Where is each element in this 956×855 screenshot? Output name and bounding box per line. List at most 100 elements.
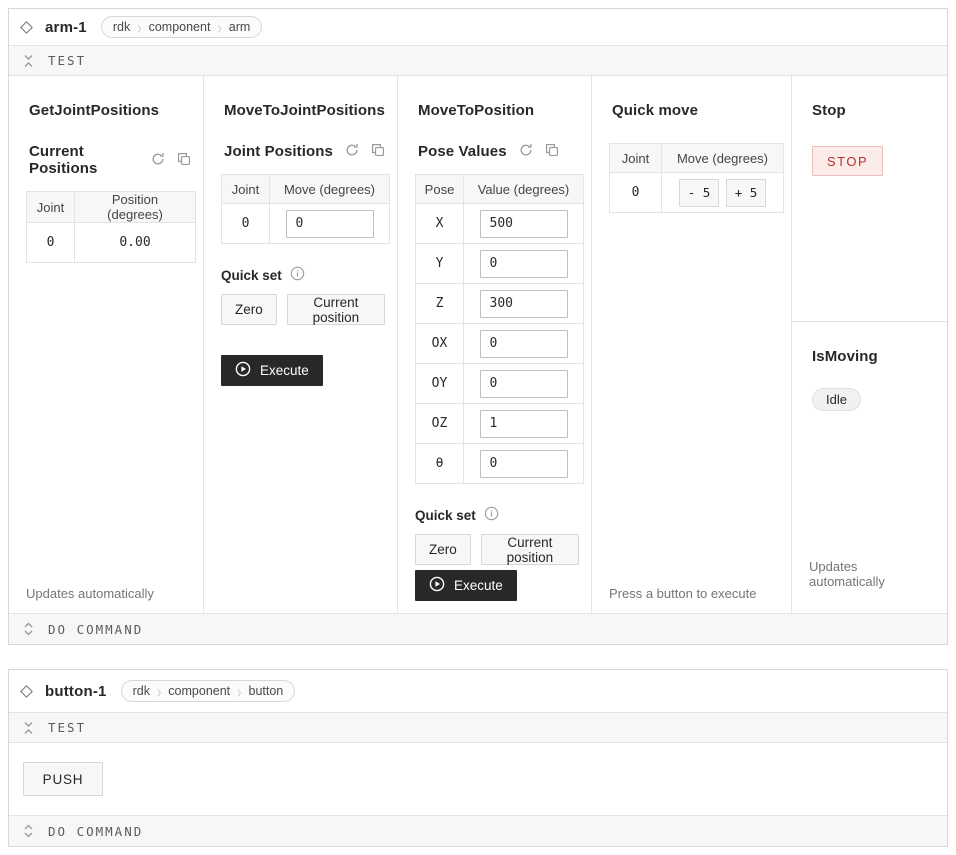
quick-set-label: Quick set [415, 508, 476, 523]
breadcrumb-segment: component [138, 17, 222, 37]
do-command-section-label: DO COMMAND [48, 622, 143, 637]
pose-value-cell [464, 244, 584, 284]
column-header: Joint [610, 144, 662, 173]
arm-card-title: arm-1 [45, 19, 87, 36]
pose-label-cell: X [416, 204, 464, 244]
arm-card-header: arm-1 rdk › component › arm [9, 9, 947, 45]
copy-button[interactable] [545, 143, 559, 160]
refresh-button[interactable] [151, 152, 165, 169]
pose-label-cell: Y [416, 244, 464, 284]
quick-move-column: Quick move Joint Move (degrees) 0 - 5 + … [592, 76, 792, 613]
pose-value-cell [464, 204, 584, 244]
info-icon[interactable] [484, 506, 499, 524]
do-command-section-label: DO COMMAND [48, 824, 143, 839]
is-moving-section: IsMoving Idle Updates automatically [792, 322, 947, 613]
collapse-icon [23, 54, 34, 68]
table-row: θ [416, 444, 584, 484]
button-card-header: button-1 rdk › component › button [9, 670, 947, 712]
table-row: Z [416, 284, 584, 324]
play-icon [429, 576, 445, 595]
move-to-joint-positions-column: MoveToJointPositions Joint Positions Joi… [204, 76, 398, 613]
breadcrumb-segment: component [157, 681, 241, 701]
pose-z-input[interactable] [480, 290, 568, 318]
column-footer-note: Updates automatically [21, 586, 191, 601]
test-section-label: TEST [48, 53, 86, 68]
chevron-right-icon: › [137, 17, 141, 38]
column-title: GetJointPositions [29, 102, 191, 119]
zero-button[interactable]: Zero [415, 534, 471, 565]
move-to-position-column: MoveToPosition Pose Values Pose Value (d… [398, 76, 592, 613]
joint-positions-table: Joint Move (degrees) 0 [221, 174, 390, 244]
pose-label-cell: Z [416, 284, 464, 324]
column-subtitle: Joint Positions [224, 143, 333, 160]
button-test-panel: PUSH [9, 743, 947, 815]
execute-label: Execute [260, 363, 309, 378]
pose-y-input[interactable] [480, 250, 568, 278]
do-command-section-toggle[interactable]: DO COMMAND [9, 613, 947, 644]
button-card-title: button-1 [45, 683, 107, 700]
copy-button[interactable] [371, 143, 385, 160]
copy-icon [545, 143, 559, 160]
arm-test-panel: GetJointPositions Current Positions Join… [9, 76, 947, 613]
table-row: 0 0.00 [27, 223, 196, 263]
stop-section: Stop STOP [792, 76, 947, 322]
pose-oy-input[interactable] [480, 370, 568, 398]
breadcrumb: rdk › component › arm [101, 16, 262, 38]
play-icon [235, 361, 251, 380]
execute-button[interactable]: Execute [415, 570, 517, 601]
test-section-label: TEST [48, 720, 86, 735]
copy-icon [177, 152, 191, 169]
minus-5-button[interactable]: - 5 [679, 179, 719, 207]
plus-5-button[interactable]: + 5 [726, 179, 766, 207]
pose-label-cell: OX [416, 324, 464, 364]
column-header: Move (degrees) [270, 175, 390, 204]
column-header: Pose [416, 175, 464, 204]
column-title: IsMoving [812, 348, 935, 365]
quick-set-label: Quick set [221, 268, 282, 283]
copy-button[interactable] [177, 152, 191, 169]
collapse-icon [23, 721, 34, 735]
breadcrumb-segment: rdk [122, 681, 161, 701]
current-position-button[interactable]: Current position [481, 534, 579, 565]
component-diamond-icon [20, 21, 33, 34]
chevron-right-icon: › [237, 681, 241, 702]
get-joint-positions-column: GetJointPositions Current Positions Join… [9, 76, 204, 613]
column-title: Quick move [612, 102, 779, 119]
push-button[interactable]: PUSH [23, 762, 103, 796]
button-component-card: button-1 rdk › component › button TEST P… [8, 669, 948, 847]
zero-button[interactable]: Zero [221, 294, 277, 325]
test-section-toggle[interactable]: TEST [9, 712, 947, 743]
pose-oz-input[interactable] [480, 410, 568, 438]
breadcrumb-segment: button [238, 681, 295, 701]
expand-icon [23, 622, 34, 636]
pose-ox-input[interactable] [480, 330, 568, 358]
chevron-right-icon: › [157, 681, 161, 702]
pose-x-input[interactable] [480, 210, 568, 238]
joint-move-input[interactable] [286, 210, 374, 238]
pose-theta-input[interactable] [480, 450, 568, 478]
stop-column: Stop STOP IsMoving Idle Updates automati… [792, 76, 947, 613]
info-icon[interactable] [290, 266, 305, 284]
test-section-toggle[interactable]: TEST [9, 45, 947, 76]
breadcrumb-segment: arm [218, 17, 262, 37]
current-positions-table: Joint Position (degrees) 0 0.00 [26, 191, 196, 263]
column-footer-note: Press a button to execute [604, 586, 779, 601]
pose-label-cell: OY [416, 364, 464, 404]
column-title: Stop [812, 102, 935, 119]
column-header: Value (degrees) [464, 175, 584, 204]
execute-button[interactable]: Execute [221, 355, 323, 386]
table-row: OZ [416, 404, 584, 444]
refresh-button[interactable] [519, 143, 533, 160]
column-footer-note: Updates automatically [804, 559, 935, 589]
refresh-icon [519, 143, 533, 160]
refresh-icon [345, 143, 359, 160]
joint-index-cell: 0 [610, 173, 662, 213]
refresh-button[interactable] [345, 143, 359, 160]
stop-button[interactable]: STOP [812, 146, 883, 176]
arm-component-card: arm-1 rdk › component › arm TEST GetJoin… [8, 8, 948, 645]
do-command-section-toggle[interactable]: DO COMMAND [9, 815, 947, 846]
column-header: Joint [27, 192, 75, 223]
current-position-button[interactable]: Current position [287, 294, 385, 325]
component-diamond-icon [20, 685, 33, 698]
table-row: X [416, 204, 584, 244]
